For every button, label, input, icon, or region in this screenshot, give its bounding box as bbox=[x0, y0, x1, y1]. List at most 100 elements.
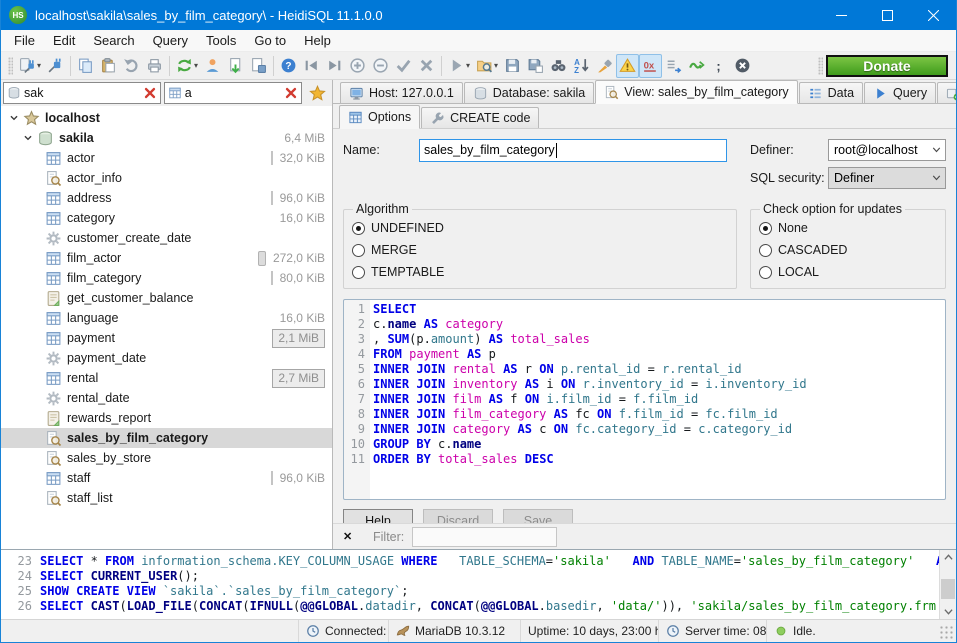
toolbar-first-row-button[interactable] bbox=[300, 54, 323, 78]
dropdown-arrow-icon[interactable]: ▾ bbox=[494, 61, 498, 70]
scroll-up-icon[interactable] bbox=[940, 550, 956, 565]
toolbar-delete-row-button[interactable] bbox=[369, 54, 392, 78]
toolbar-last-row-button[interactable] bbox=[323, 54, 346, 78]
resize-grip[interactable] bbox=[940, 626, 954, 640]
close-filter-icon[interactable]: ✕ bbox=[343, 530, 357, 543]
toolbar-fx-snippets-button[interactable] bbox=[685, 54, 708, 78]
tab-query[interactable]: Query bbox=[864, 82, 936, 103]
tree-item-staff[interactable]: staff96,0 KiB bbox=[1, 468, 332, 488]
menu-item-file[interactable]: File bbox=[5, 30, 44, 52]
radio-undefined[interactable]: UNDEFINED bbox=[352, 217, 728, 239]
toolbar-user-manager-button[interactable] bbox=[201, 54, 224, 78]
toolbar-print-button[interactable] bbox=[143, 54, 166, 78]
minimize-button[interactable] bbox=[818, 0, 864, 30]
toolbar-hex-view-toggle-button[interactable]: 0x bbox=[639, 54, 662, 78]
radio-temptable[interactable]: TEMPTABLE bbox=[352, 261, 728, 283]
toolbar-semicolon-delimiter-button[interactable]: ; bbox=[708, 54, 731, 78]
toolbar-warn-unsafe-toggle-button[interactable] bbox=[616, 54, 639, 78]
tree-item-rental[interactable]: rental2,7 MiB bbox=[1, 368, 332, 388]
dropdown-arrow-icon[interactable]: ▾ bbox=[194, 61, 198, 70]
tab-database-sakila[interactable]: Database: sakila bbox=[464, 82, 594, 103]
favorites-star-button[interactable] bbox=[305, 82, 330, 104]
menu-item-edit[interactable]: Edit bbox=[44, 30, 84, 52]
scroll-down-icon[interactable] bbox=[940, 604, 956, 619]
table-filter-input[interactable]: a bbox=[164, 82, 302, 104]
menu-item-query[interactable]: Query bbox=[144, 30, 197, 52]
subtab-options[interactable]: Options bbox=[339, 105, 420, 129]
toolbar-load-sql-file-button[interactable]: ▾ bbox=[473, 54, 501, 78]
toolbar-find-replace-button[interactable] bbox=[547, 54, 570, 78]
tree-item-payment-date[interactable]: payment_date bbox=[1, 348, 332, 368]
toolbar-beautify-button[interactable] bbox=[593, 54, 616, 78]
dropdown-arrow-icon[interactable]: ▾ bbox=[466, 61, 470, 70]
tree-item-sales-by-store[interactable]: sales_by_store bbox=[1, 448, 332, 468]
toolbar-paste-button[interactable] bbox=[97, 54, 120, 78]
dropdown-arrow-icon[interactable]: ▾ bbox=[37, 61, 41, 70]
filter-input[interactable] bbox=[412, 527, 557, 547]
tree-item-customer-create-date[interactable]: customer_create_date bbox=[1, 228, 332, 248]
toolbar-cancel-edit-button[interactable] bbox=[415, 54, 438, 78]
database-filter-input[interactable]: sak bbox=[3, 82, 161, 104]
toolbar-post-edit-button[interactable] bbox=[392, 54, 415, 78]
toolbar-next-result-button[interactable] bbox=[662, 54, 685, 78]
menu-item-help[interactable]: Help bbox=[295, 30, 340, 52]
toolbar-run-query-button[interactable]: ▾ bbox=[445, 54, 473, 78]
sql-security-select[interactable]: Definer bbox=[828, 167, 946, 189]
toolbar-help-button[interactable]: ? bbox=[277, 54, 300, 78]
toolbar-refresh-button[interactable]: ▾ bbox=[173, 54, 201, 78]
chevron-expanded-icon[interactable] bbox=[21, 131, 35, 145]
tree-item-film-actor[interactable]: film_actor272,0 KiB bbox=[1, 248, 332, 268]
tree-item-staff-list[interactable]: staff_list bbox=[1, 488, 332, 508]
chevron-expanded-icon[interactable] bbox=[7, 111, 21, 125]
tree-item-localhost[interactable]: localhost bbox=[1, 108, 332, 128]
tree-item-label: film_category bbox=[67, 271, 141, 285]
definer-select[interactable]: root@localhost bbox=[828, 139, 946, 161]
view-select-sql-editor[interactable]: 1SELECT2c.name AS category3, SUM(p.amoun… bbox=[343, 299, 946, 500]
tree-item-language[interactable]: language16,0 KiB bbox=[1, 308, 332, 328]
radio-none[interactable]: None bbox=[759, 217, 937, 239]
subtab-create-code[interactable]: CREATE code bbox=[421, 107, 539, 128]
radio-local[interactable]: LOCAL bbox=[759, 261, 937, 283]
toolbar-save-sql-button[interactable] bbox=[247, 54, 270, 78]
tree-item-payment[interactable]: payment2,1 MiB bbox=[1, 328, 332, 348]
menu-item-search[interactable]: Search bbox=[84, 30, 143, 52]
tree-item-address[interactable]: address96,0 KiB bbox=[1, 188, 332, 208]
toolbar-save-snippet-button[interactable] bbox=[501, 54, 524, 78]
tab-new-query-tab[interactable] bbox=[937, 82, 957, 103]
close-button[interactable] bbox=[910, 0, 956, 30]
tree-item-get-customer-balance[interactable]: get_customer_balance bbox=[1, 288, 332, 308]
toolbar-save-snippet-as-button[interactable] bbox=[524, 54, 547, 78]
tree-item-category[interactable]: category16,0 KiB bbox=[1, 208, 332, 228]
toolbar-disconnect-button[interactable] bbox=[44, 54, 67, 78]
toolbar-export-database-button[interactable] bbox=[224, 54, 247, 78]
toolbar-copy-button[interactable] bbox=[74, 54, 97, 78]
toolbar-insert-row-button[interactable] bbox=[346, 54, 369, 78]
brush-icon bbox=[596, 57, 613, 74]
log-scrollbar[interactable] bbox=[939, 550, 956, 619]
maximize-button[interactable] bbox=[864, 0, 910, 30]
donate-button[interactable]: Donate bbox=[826, 55, 948, 77]
tree-item-actor[interactable]: actor32,0 KiB bbox=[1, 148, 332, 168]
scrollbar-thumb[interactable] bbox=[941, 579, 955, 599]
toolbar-session-manager-button[interactable]: ▾ bbox=[16, 54, 44, 78]
menu-item-tools[interactable]: Tools bbox=[197, 30, 245, 52]
tab-view-sales-by-film-category[interactable]: View: sales_by_film_category bbox=[595, 80, 797, 104]
toolbar-stop-button[interactable] bbox=[731, 54, 754, 78]
tab-host-127-0-0-1[interactable]: Host: 127.0.0.1 bbox=[340, 82, 463, 103]
tree-item-film-category[interactable]: film_category80,0 KiB bbox=[1, 268, 332, 288]
tree-item-actor-info[interactable]: actor_info bbox=[1, 168, 332, 188]
tree-item-rewards-report[interactable]: rewards_report bbox=[1, 408, 332, 428]
tree-item-rental-date[interactable]: rental_date bbox=[1, 388, 332, 408]
toolbar-reformat-sql-button[interactable]: AZ bbox=[570, 54, 593, 78]
toolbar-undo-button[interactable] bbox=[120, 54, 143, 78]
radio-cascaded[interactable]: CASCADED bbox=[759, 239, 937, 261]
clear-filter-icon[interactable] bbox=[284, 86, 298, 100]
view-name-input[interactable]: sales_by_film_category bbox=[419, 139, 727, 162]
radio-merge[interactable]: MERGE bbox=[352, 239, 728, 261]
tree-item-sales-by-film-category[interactable]: sales_by_film_category bbox=[1, 428, 332, 448]
tab-data[interactable]: Data bbox=[799, 82, 863, 103]
scrollbar-track[interactable] bbox=[940, 565, 956, 604]
menu-item-go-to[interactable]: Go to bbox=[245, 30, 295, 52]
tree-item-sakila[interactable]: sakila6,4 MiB bbox=[1, 128, 332, 148]
clear-filter-icon[interactable] bbox=[143, 86, 157, 100]
